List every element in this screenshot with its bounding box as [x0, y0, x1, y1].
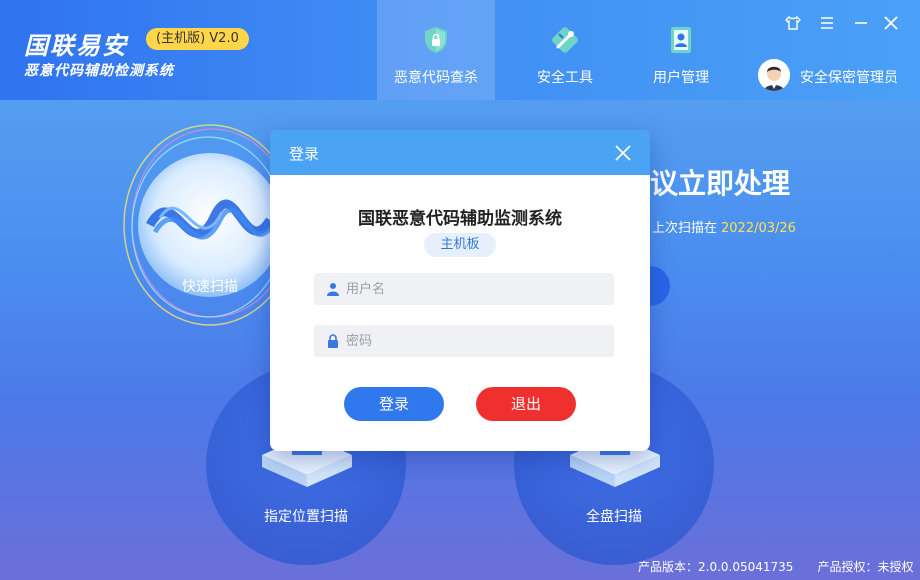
tab-malware-scan[interactable]: 恶意代码查杀: [377, 0, 495, 100]
version-badge: (主机版) V2.0: [146, 28, 249, 50]
login-dialog: 登录 国联恶意代码辅助监测系统 主机板 登录 退出: [270, 130, 650, 451]
username-input[interactable]: [346, 273, 606, 305]
dialog-title: 登录: [289, 145, 320, 163]
shield-lock-icon: [425, 27, 447, 53]
custom-scan-label: 指定位置扫描: [264, 509, 348, 525]
avatar: [758, 59, 790, 91]
last-scan-label: 上次扫描在: [652, 221, 718, 236]
system-name: 国联恶意代码辅助监测系统: [358, 209, 562, 229]
tab-security-tools-label: 安全工具: [537, 70, 593, 86]
edition-tag: 主机板: [424, 233, 496, 257]
dialog-header: 登录: [270, 130, 650, 175]
close-icon[interactable]: [882, 14, 900, 32]
dialog-close-icon[interactable]: [614, 144, 632, 162]
tab-user-management[interactable]: 用户管理: [622, 0, 740, 100]
tab-malware-scan-label: 恶意代码查杀: [394, 70, 478, 86]
full-scan-label: 全盘扫描: [586, 509, 642, 525]
last-scan-date: 2022/03/26: [721, 221, 796, 236]
login-button[interactable]: 登录: [344, 387, 444, 421]
username-field[interactable]: [314, 273, 614, 305]
tab-security-tools[interactable]: 安全工具: [506, 0, 624, 100]
skin-icon[interactable]: [784, 14, 802, 32]
footer: 产品版本：2.0.0.05041735 产品授权：未授权: [638, 558, 913, 575]
user-card-icon: [671, 27, 691, 53]
quick-scan-label: 快速扫描: [182, 279, 238, 295]
status-headline: 议立即处理: [650, 167, 791, 200]
minimize-icon[interactable]: [852, 14, 870, 32]
app-header: 国联易安 (主机版) V2.0 恶意代码辅助检测系统 恶意代码查杀 安全工具 用…: [0, 0, 920, 100]
tab-user-management-label: 用户管理: [653, 70, 709, 86]
brand-subtitle: 恶意代码辅助检测系统: [24, 63, 174, 79]
product-version: 产品版本：2.0.0.05041735: [638, 560, 794, 574]
last-scan-info: 上次扫描在 2022/03/26: [652, 217, 796, 236]
avatar-icon: [758, 59, 790, 91]
menu-icon[interactable]: [818, 14, 836, 32]
exit-button[interactable]: 退出: [476, 387, 576, 421]
user-icon: [327, 283, 339, 296]
password-input[interactable]: [346, 325, 606, 357]
user-name: 安全保密管理员: [800, 70, 898, 86]
license-status: 产品授权：未授权: [817, 560, 914, 574]
password-field[interactable]: [314, 325, 614, 357]
tools-icon: [552, 27, 578, 53]
brand-title: 国联易安: [24, 32, 128, 60]
lock-icon: [328, 334, 338, 348]
